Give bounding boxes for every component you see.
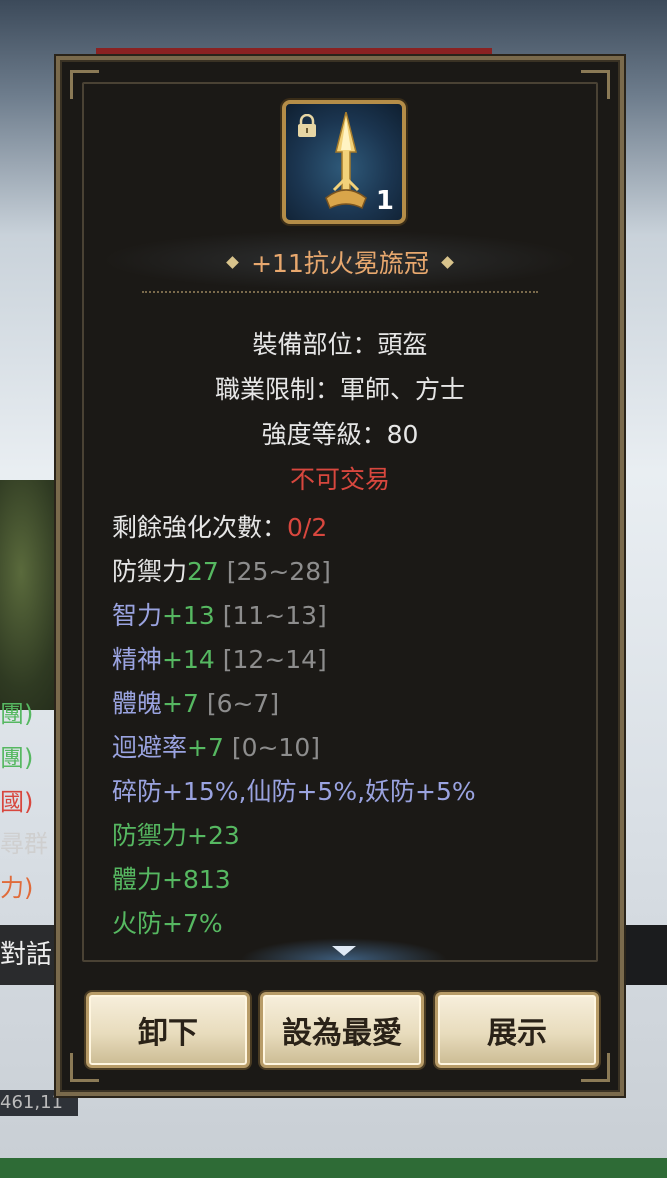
stat-label: 體魄 [112,689,163,718]
stat-label: 防禦力 [112,557,188,586]
stat-row-bonus-defense: 防禦力+23 [112,821,240,850]
chat-fragment: 國) [0,788,34,816]
background-chat: 團) 團) 國) 尋群 力) [0,690,62,920]
stat-range: [25~28] [226,557,331,586]
item-info: 裝備部位：頭盔 職業限制：軍師、方士 強度等級：80 不可交易 [60,322,620,502]
stat-row-physique: 體魄+7 [6~7] [112,682,582,726]
diamond-icon [441,255,454,269]
chat-fragment: 力) [0,874,34,902]
background-bar [96,48,492,56]
stat-range: [11~13] [222,601,327,630]
chat-fragment: 團) [0,700,34,728]
stat-range: [6~7] [206,689,280,718]
item-icon-slot[interactable]: 1 [282,100,406,224]
item-stats: 剩餘強化次數：0/2 防禦力27 [25~28] 智力+13 [11~13] 精… [112,506,582,946]
item-detail-panel: 1 +11抗火冕旒冠 裝備部位：頭盔 職業限制：軍師、方士 強度等級：80 不可… [56,56,624,1096]
stat-value: +14 [162,645,215,674]
spear-helmet-icon [325,112,367,210]
stat-value: +13 [162,601,215,630]
stat-value: 27 [187,557,219,586]
equip-slot-text: 裝備部位：頭盔 [252,330,428,359]
dialog-tab[interactable]: 對話 [0,925,60,985]
stat-label: 精神 [112,645,163,674]
lock-icon [298,114,316,137]
trade-status-text: 不可交易 [289,465,390,494]
stat-row-intelligence: 智力+13 [11~13] [112,594,582,638]
stat-value: +7 [162,689,199,718]
background-strip [0,1158,667,1178]
stat-row-resistances: 碎防+15%,仙防+5%,妖防+5% [112,777,476,806]
stat-range: [0~10] [231,733,320,762]
item-quantity: 1 [375,186,394,216]
scroll-down-icon[interactable] [324,940,364,960]
set-favorite-button[interactable]: 設為最愛 [260,992,424,1068]
stat-row-evasion: 迴避率+7 [0~10] [112,726,582,770]
unequip-button[interactable]: 卸下 [86,992,250,1068]
stat-label: 迴避率 [112,733,188,762]
item-name: +11抗火冕旒冠 [251,249,429,278]
divider [142,291,538,293]
stat-row-defense: 防禦力27 [25~28] [112,550,582,594]
stat-row-enhance: 剩餘強化次數：0/2 [112,506,582,550]
stat-value: +7 [187,733,224,762]
class-restriction-text: 職業限制：軍師、方士 [214,375,465,404]
stat-label: 剩餘強化次數： [112,513,288,542]
item-title: +11抗火冕旒冠 [60,242,620,282]
stat-value: 0/2 [287,513,328,542]
strength-level-text: 強度等級：80 [261,420,419,449]
stat-row-spirit: 精神+14 [12~14] [112,638,582,682]
show-button[interactable]: 展示 [435,992,599,1068]
stat-row-bonus-hp: 體力+813 [112,865,231,894]
chat-fragment: 團) [0,744,34,772]
stat-range: [12~14] [222,645,327,674]
stat-label: 智力 [112,601,163,630]
diamond-icon [226,255,239,269]
chat-fragment: 尋群 [0,830,48,858]
